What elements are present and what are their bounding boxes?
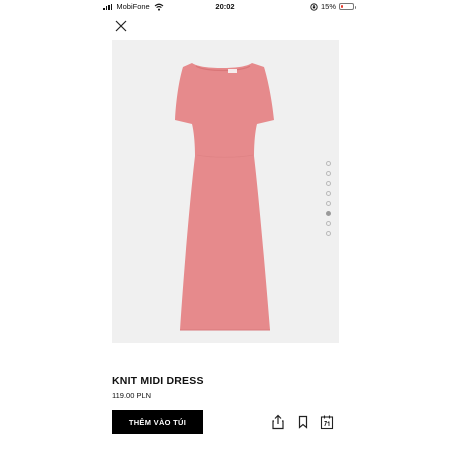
gallery-dot[interactable]	[326, 211, 331, 216]
close-button[interactable]	[113, 18, 129, 34]
gallery-dot[interactable]	[326, 191, 331, 196]
gallery-dot[interactable]	[326, 161, 331, 166]
product-price: 119.00 PLN	[112, 391, 152, 400]
bookmark-icon	[298, 415, 308, 429]
close-icon	[115, 20, 127, 32]
orientation-lock-icon	[310, 2, 318, 11]
status-right-group: 15%	[310, 2, 356, 11]
dress-image	[112, 40, 339, 343]
product-image[interactable]	[112, 40, 339, 343]
battery-icon	[339, 3, 356, 10]
add-to-cart-button[interactable]: THÊM VÀO TÚI	[112, 410, 203, 434]
size-guide-button[interactable]	[320, 414, 334, 430]
share-button[interactable]	[271, 414, 285, 430]
battery-percent: 15%	[320, 2, 336, 11]
status-bar: MobiFone 20:02 15%	[0, 0, 450, 14]
bookmark-button[interactable]	[296, 414, 310, 430]
gallery-dot[interactable]	[326, 221, 331, 226]
gallery-pagination	[326, 161, 331, 236]
share-icon	[272, 414, 284, 430]
gallery-dot[interactable]	[326, 171, 331, 176]
gallery-dot[interactable]	[326, 201, 331, 206]
product-name: KNIT MIDI DRESS	[112, 375, 204, 387]
battery-level-fill	[341, 5, 343, 8]
gallery-dot[interactable]	[326, 181, 331, 186]
gallery-dot[interactable]	[326, 231, 331, 236]
status-time: 20:02	[215, 2, 235, 11]
size-guide-icon	[320, 415, 334, 430]
